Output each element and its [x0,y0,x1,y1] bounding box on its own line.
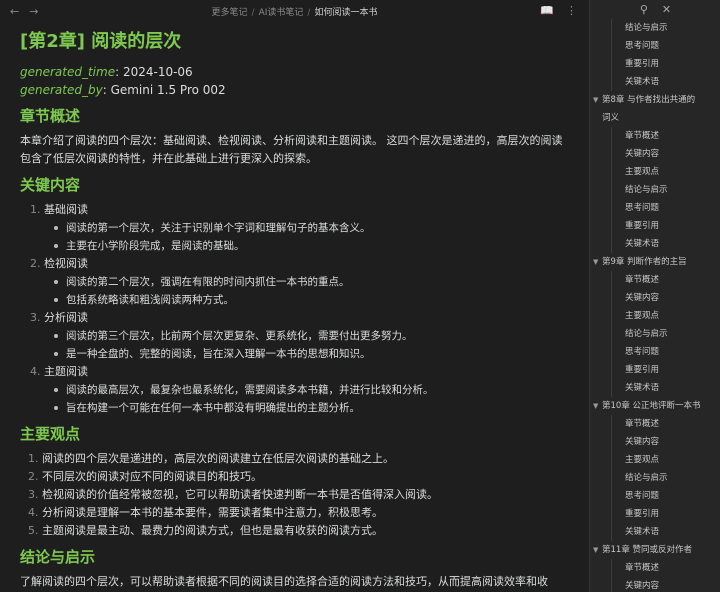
list-item: 检视阅读的价值经常被忽视，它可以帮助读者快速判断一本书是否值得深入阅读。 [42,486,569,504]
sub-list-item: 阅读的第一个层次，关注于识别单个字词和理解句子的基本含义。 [54,219,569,237]
outline-item[interactable]: 关键术语 [590,379,720,397]
overview-text: 本章介绍了阅读的四个层次：基础阅读、检视阅读、分析阅读和主题阅读。 这四个层次是… [20,134,563,165]
list-item: 主题阅读 阅读的最高层次，最复杂也最系统化，需要阅读多本书籍，并进行比较和分析。… [44,363,569,417]
outline-item[interactable]: 关键术语 [590,235,720,253]
outline-item[interactable]: 章节概述 [590,127,720,145]
outline-chapter[interactable]: ▼ 第10章 公正地评断一本书 [590,397,720,415]
conclusion-heading: 结论与启示 [20,548,96,566]
outline-item[interactable]: 结论与启示 [590,181,720,199]
list-item-label: 检视阅读 [44,257,88,270]
outline-chapter[interactable]: ▼ 第11章 赞同或反对作者 [590,541,720,559]
frontmatter: generated_time: 2024-10-06 generated_by:… [20,65,226,97]
outline-chapter-label: 第8章 与作者找出共通的 [602,95,696,105]
key-content-list: 基础阅读 阅读的第一个层次，关注于识别单个字词和理解句子的基本含义。 主要在小学… [20,201,569,417]
breadcrumb-current[interactable]: 如何阅读一本书 [314,8,377,18]
chevron-down-icon[interactable]: ▼ [593,253,598,271]
outline-chapter-label: 第11章 赞同或反对作者 [602,545,693,555]
outline-sidebar: ⚲ ✕ 结论与启示 思考问题 重要引用 关键术语 ▼ 第8章 与作者找出共通的 词义 章节概述… [589,0,720,592]
conclusion-text: 了解阅读的四个层次，可以帮助读者根据不同的阅读目的选择合适的阅读方法和技巧，从而… [20,575,548,588]
outline-item[interactable]: 思考问题 [590,37,720,55]
outline-item[interactable]: 思考问题 [590,487,720,505]
sub-list-item: 旨在构建一个可能在任何一本书中都没有明确提出的主题分析。 [54,399,569,417]
outline-item[interactable]: 关键内容 [590,577,720,592]
page-title: [第2章] 阅读的层次 [20,31,182,52]
outline-item[interactable]: 结论与启示 [590,325,720,343]
list-item: 主题阅读是最主动、最费力的阅读方式，但也是最有收获的阅读方式。 [42,522,569,540]
outline-list: 结论与启示 思考问题 重要引用 关键术语 ▼ 第8章 与作者找出共通的 词义 章节概述 关键内容… [590,19,720,592]
main-points-heading: 主要观点 [20,425,81,443]
outline-item[interactable]: 关键术语 [590,523,720,541]
editor-pane: ← → 更多笔记 / AI读书笔记 / 如何阅读一本书 📖 ⋮ [第2章] 阅读的层次 … [0,0,589,592]
sub-list-item: 阅读的第三个层次，比前两个层次更复杂、更系统化，需要付出更多努力。 [54,327,569,345]
key-content-heading: 关键内容 [20,176,81,194]
top-icons: 📖 ⋮ [540,4,577,17]
outline-chapter[interactable]: ▼ 第8章 与作者找出共通的 词义 [590,91,720,127]
chevron-down-icon[interactable]: ▼ [593,541,598,559]
outline-item[interactable]: 主要观点 [590,307,720,325]
sub-list-item: 阅读的最高层次，最复杂也最系统化，需要阅读多本书籍，并进行比较和分析。 [54,381,569,399]
list-item: 分析阅读 阅读的第三个层次，比前两个层次更复杂、更系统化，需要付出更多努力。 是… [44,309,569,363]
list-item: 分析阅读是理解一本书的基本要件，需要读者集中注意力，积极思考。 [42,504,569,522]
outline-item[interactable]: 关键内容 [590,145,720,163]
note-content: [第2章] 阅读的层次 generated_time: 2024-10-06 g… [0,22,589,592]
more-vertical-icon[interactable]: ⋮ [566,4,577,17]
sub-list-item: 是一种全盘的、完整的阅读，旨在深入理解一本书的思想和知识。 [54,345,569,363]
outline-item[interactable]: 章节概述 [590,415,720,433]
outline-item[interactable]: 思考问题 [590,343,720,361]
outline-chapter-label: 第9章 判断作者的主旨 [602,257,687,267]
overview-heading: 章节概述 [20,107,81,125]
breadcrumb-item[interactable]: 更多笔记 [212,8,248,18]
meta-key: generated_by [20,83,103,97]
sub-list-item: 主要在小学阶段完成，是阅读的基础。 [54,237,569,255]
breadcrumb: 更多笔记 / AI读书笔记 / 如何阅读一本书 [211,8,378,18]
chevron-down-icon[interactable]: ▼ [593,91,598,109]
outline-item[interactable]: 主要观点 [590,451,720,469]
generated-time-value: 2024-10-06 [122,65,193,79]
list-item: 检视阅读 阅读的第二个层次，强调在有限的时间内抓住一本书的重点。 包括系统略读和… [44,255,569,309]
list-item: 阅读的四个层次是递进的，高层次的阅读建立在低层次阅读的基础之上。 [42,450,569,468]
meta-key: generated_time [20,65,116,79]
outline-item[interactable]: 关键内容 [590,289,720,307]
sub-list-item: 包括系统略读和粗浅阅读两种方式。 [54,291,569,309]
outline-chapter-label-cont: 词义 [602,113,620,123]
outline-item[interactable]: 章节概述 [590,271,720,289]
outline-item[interactable]: 重要引用 [590,361,720,379]
search-icon[interactable]: ⚲ [640,3,648,19]
list-item-label: 主题阅读 [44,365,88,378]
main-points-list: 阅读的四个层次是递进的，高层次的阅读建立在低层次阅读的基础之上。 不同层次的阅读… [20,450,569,540]
outline-item[interactable]: 结论与启示 [590,469,720,487]
outline-item[interactable]: 重要引用 [590,505,720,523]
close-icon[interactable]: ✕ [662,3,671,19]
outline-item[interactable]: 主要观点 [590,163,720,181]
breadcrumb-item[interactable]: AI读书笔记 [259,8,304,18]
sub-list-item: 阅读的第二个层次，强调在有限的时间内抓住一本书的重点。 [54,273,569,291]
outline-item[interactable]: 结论与启示 [590,19,720,37]
list-item: 基础阅读 阅读的第一个层次，关注于识别单个字词和理解句子的基本含义。 主要在小学… [44,201,569,255]
outline-item[interactable]: 章节概述 [590,559,720,577]
outline-item[interactable]: 思考问题 [590,199,720,217]
outline-item[interactable]: 重要引用 [590,217,720,235]
outline-chapter-label: 第10章 公正地评断一本书 [602,401,701,411]
outline-item[interactable]: 关键术语 [590,73,720,91]
book-open-icon[interactable]: 📖 [540,4,554,17]
sidebar-toolbar: ⚲ ✕ [590,0,720,19]
list-item-label: 分析阅读 [44,311,88,324]
outline-item[interactable]: 重要引用 [590,55,720,73]
top-bar: ← → 更多笔记 / AI读书笔记 / 如何阅读一本书 📖 ⋮ [0,0,589,22]
chevron-down-icon[interactable]: ▼ [593,397,598,415]
list-item: 不同层次的阅读对应不同的阅读目的和技巧。 [42,468,569,486]
list-item-label: 基础阅读 [44,203,88,216]
outline-item[interactable]: 关键内容 [590,433,720,451]
outline-chapter[interactable]: ▼ 第9章 判断作者的主旨 [590,253,720,271]
generated-by-value: Gemini 1.5 Pro 002 [110,83,226,97]
